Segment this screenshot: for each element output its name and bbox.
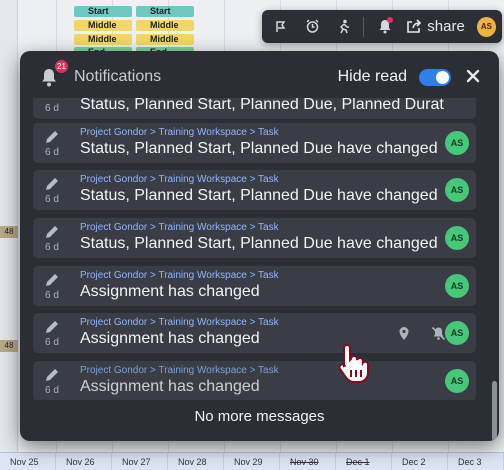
hide-read-toggle[interactable] (419, 68, 451, 86)
notification-item[interactable]: Status, Planned Start, Planned Due, Plan… (33, 98, 476, 119)
notification-item[interactable]: 6 d Project Gondor > Training Workspace … (33, 123, 476, 163)
date-cell: Dec 1 (336, 453, 392, 470)
panel-title: Notifications (74, 68, 162, 85)
notification-age: 6 d (45, 194, 59, 205)
notification-path[interactable]: Project Gondor > Training Workspace > Ta… (80, 317, 279, 328)
notifications-bell: 21 (38, 60, 68, 88)
notification-path[interactable]: Project Gondor > Training Workspace > Ta… (80, 365, 279, 376)
row-number: 48 (0, 226, 18, 238)
notification-path[interactable]: Project Gondor > Training Workspace > Ta… (80, 222, 279, 233)
user-avatar[interactable]: AS (476, 16, 496, 37)
date-cell: Dec 3 (448, 453, 504, 470)
notification-path[interactable]: Project Gondor > Training Workspace > Ta… (80, 270, 279, 281)
user-action-button[interactable] (330, 14, 357, 40)
close-panel-button[interactable] (463, 66, 483, 89)
notification-message: Assignment has changed (80, 378, 260, 395)
notification-message: Assignment has changed (80, 283, 260, 300)
notification-message: Status, Planned Start, Planned Due have … (80, 235, 438, 252)
gantt-bar[interactable]: Start (136, 6, 194, 17)
notification-item[interactable]: 6 d Project Gondor > Training Workspace … (33, 313, 476, 353)
gantt-bar[interactable]: Middle (136, 34, 194, 45)
notification-path[interactable]: Project Gondor > Training Workspace > Ta… (80, 174, 279, 185)
gantt-bar[interactable]: Middle (136, 20, 194, 31)
date-cell: Nov 26 (56, 453, 112, 470)
locate-button[interactable] (395, 324, 413, 342)
author-avatar: AS (445, 131, 469, 155)
notification-path[interactable]: Project Gondor > Training Workspace > Ta… (80, 127, 279, 138)
date-cell: Nov 25 (0, 453, 56, 470)
row-number: 48 (0, 340, 18, 352)
pencil-icon (46, 178, 58, 190)
notification-message: Status, Planned Start, Planned Due, Plan… (80, 98, 444, 113)
notifications-panel: 21 Notifications Hide read Status, Plann… (20, 51, 499, 441)
flag-rules-button[interactable] (268, 14, 295, 40)
pencil-icon (46, 131, 58, 143)
notification-message: Status, Planned Start, Planned Due have … (80, 187, 438, 204)
gantt-bar[interactable]: Middle (74, 20, 132, 31)
notifications-header: 21 Notifications Hide read (20, 51, 499, 103)
notifications-list[interactable]: Status, Planned Start, Planned Due, Plan… (33, 98, 485, 400)
notification-age: 6 d (45, 147, 59, 158)
flag-icon (276, 20, 286, 32)
date-cell: Nov 29 (224, 453, 280, 470)
toggle-knob (436, 70, 449, 84)
notification-age: 6 d (45, 242, 59, 253)
author-avatar: AS (445, 274, 469, 298)
share-icon (407, 19, 422, 33)
person-run-icon (339, 19, 349, 34)
notification-message: Status, Planned Start, Planned Due have … (80, 140, 438, 157)
notification-age: 6 d (45, 337, 59, 348)
header-controls: Hide read (338, 66, 483, 89)
notification-age: 6 d (45, 385, 59, 396)
notification-item[interactable]: 6 d Project Gondor > Training Workspace … (33, 361, 476, 400)
unread-count-badge: 21 (55, 60, 68, 73)
share-button[interactable]: share (402, 18, 469, 35)
notification-age: 6 d (45, 103, 59, 114)
gantt-bar[interactable]: Start (74, 6, 132, 17)
date-cell: Nov 27 (112, 453, 168, 470)
notification-message: Assignment has changed (80, 330, 260, 347)
date-cell: Nov 28 (168, 453, 224, 470)
share-label: share (427, 18, 465, 35)
pencil-icon (46, 226, 58, 238)
hand-cursor-icon (338, 343, 369, 383)
author-avatar: AS (445, 321, 469, 345)
notification-item[interactable]: 6 d Project Gondor > Training Workspace … (33, 266, 476, 306)
notifications-button[interactable] (371, 14, 398, 40)
alarm-clock-icon (306, 19, 319, 33)
pencil-icon (46, 369, 58, 381)
map-pin-icon (399, 326, 409, 340)
pencil-icon (46, 274, 58, 286)
notification-age: 6 d (45, 290, 59, 301)
author-avatar: AS (445, 369, 469, 393)
notification-item[interactable]: 6 d Project Gondor > Training Workspace … (33, 170, 476, 210)
no-more-messages: No more messages (194, 408, 325, 425)
hide-read-label: Hide read (337, 68, 407, 85)
toolbar-divider (363, 16, 365, 37)
close-icon (466, 69, 480, 82)
top-toolbar: share AS (262, 10, 502, 43)
author-avatar: AS (445, 226, 469, 250)
alarm-button[interactable] (299, 14, 326, 40)
date-cell: Nov 30 (280, 453, 336, 470)
bell-off-icon (431, 326, 445, 340)
date-cell: Dec 2 (392, 453, 448, 470)
gantt-bar[interactable]: Middle (74, 34, 132, 45)
pencil-icon (46, 321, 58, 333)
author-avatar: AS (445, 178, 469, 202)
timeline-date-bar: Nov 25 Nov 26 Nov 27 Nov 28 Nov 29 Nov 3… (0, 452, 504, 470)
unread-dot (387, 16, 394, 23)
notification-item[interactable]: 6 d Project Gondor > Training Workspace … (33, 218, 476, 258)
